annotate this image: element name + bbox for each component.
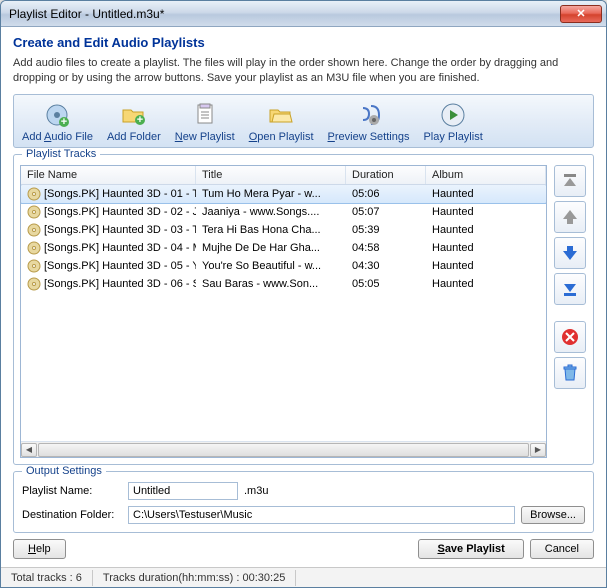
open-playlist-button[interactable]: Open Playlist bbox=[243, 99, 320, 145]
table-row[interactable]: [Songs.PK] Haunted 3D - 06 - Sau...Sau B… bbox=[21, 275, 546, 293]
cell-album: Haunted bbox=[426, 205, 546, 219]
cell-duration: 05:07 bbox=[346, 205, 426, 219]
cell-filename: [Songs.PK] Haunted 3D - 05 - You... bbox=[21, 258, 196, 274]
playlist-group-label: Playlist Tracks bbox=[22, 148, 100, 160]
cell-title: Jaaniya - www.Songs.... bbox=[196, 205, 346, 219]
move-up-button[interactable] bbox=[554, 201, 586, 233]
move-bottom-icon bbox=[560, 279, 580, 299]
delete-icon bbox=[560, 327, 580, 347]
cell-filename: [Songs.PK] Haunted 3D - 01 - Tu... bbox=[21, 186, 196, 202]
col-filename[interactable]: File Name bbox=[21, 166, 196, 184]
move-top-button[interactable] bbox=[554, 165, 586, 197]
table-row[interactable]: [Songs.PK] Haunted 3D - 03 - Ter...Tera … bbox=[21, 221, 546, 239]
add-folder-button[interactable]: + Add Folder bbox=[101, 99, 167, 145]
titlebar: Playlist Editor - Untitled.m3u* ✕ bbox=[1, 1, 606, 27]
col-album[interactable]: Album bbox=[426, 166, 546, 184]
playlist-tracks-group: Playlist Tracks File Name Title Duration… bbox=[13, 154, 594, 465]
scroll-left-arrow[interactable]: ◀ bbox=[21, 443, 37, 457]
status-total-tracks: Total tracks : 6 bbox=[1, 570, 93, 586]
close-button[interactable]: ✕ bbox=[560, 5, 602, 23]
preview-settings-button[interactable]: Preview Settings bbox=[322, 99, 416, 145]
play-icon bbox=[439, 101, 467, 129]
table-row[interactable]: [Songs.PK] Haunted 3D - 02 - Jaa...Jaani… bbox=[21, 203, 546, 221]
cell-album: Haunted bbox=[426, 187, 546, 201]
statusbar: Total tracks : 6 Tracks duration(hh:mm:s… bbox=[1, 567, 606, 587]
cell-duration: 05:05 bbox=[346, 277, 426, 291]
cell-title: You're So Beautiful - w... bbox=[196, 259, 346, 273]
move-bottom-button[interactable] bbox=[554, 273, 586, 305]
col-title[interactable]: Title bbox=[196, 166, 346, 184]
open-playlist-icon bbox=[267, 101, 295, 129]
cell-title: Mujhe De De Har Gha... bbox=[196, 241, 346, 255]
cell-filename: [Songs.PK] Haunted 3D - 04 - Muj... bbox=[21, 240, 196, 256]
playlist-name-input[interactable] bbox=[128, 482, 238, 500]
move-down-button[interactable] bbox=[554, 237, 586, 269]
cell-duration: 04:58 bbox=[346, 241, 426, 255]
save-playlist-button[interactable]: Save Playlist bbox=[418, 539, 523, 559]
cell-title: Tum Ho Mera Pyar - w... bbox=[196, 187, 346, 201]
status-total-duration: Tracks duration(hh:mm:ss) : 00:30:25 bbox=[93, 570, 296, 586]
help-button[interactable]: Help bbox=[13, 539, 66, 559]
table-row[interactable]: [Songs.PK] Haunted 3D - 05 - You...You'r… bbox=[21, 257, 546, 275]
trash-icon bbox=[560, 363, 580, 383]
preview-settings-icon bbox=[354, 101, 382, 129]
cell-album: Haunted bbox=[426, 223, 546, 237]
page-heading: Create and Edit Audio Playlists bbox=[13, 35, 594, 50]
clear-button[interactable] bbox=[554, 357, 586, 389]
cell-filename: [Songs.PK] Haunted 3D - 03 - Ter... bbox=[21, 222, 196, 238]
cell-duration: 04:30 bbox=[346, 259, 426, 273]
audio-file-add-icon: + bbox=[43, 101, 71, 129]
arrow-down-icon bbox=[560, 243, 580, 263]
window-title: Playlist Editor - Untitled.m3u* bbox=[9, 7, 560, 21]
table-row[interactable]: [Songs.PK] Haunted 3D - 04 - Muj...Mujhe… bbox=[21, 239, 546, 257]
playlist-ext: .m3u bbox=[244, 485, 268, 497]
page-description: Add audio files to create a playlist. Th… bbox=[13, 56, 594, 86]
cell-title: Sau Baras - www.Son... bbox=[196, 277, 346, 291]
cell-filename: [Songs.PK] Haunted 3D - 06 - Sau... bbox=[21, 276, 196, 292]
cell-album: Haunted bbox=[426, 259, 546, 273]
toolbar: + Add Audio File + Add Folder New Playli… bbox=[13, 94, 594, 148]
cell-title: Tera Hi Bas Hona Cha... bbox=[196, 223, 346, 237]
table-row[interactable]: [Songs.PK] Haunted 3D - 01 - Tu...Tum Ho… bbox=[21, 185, 546, 204]
new-playlist-button[interactable]: New Playlist bbox=[169, 99, 241, 145]
cell-album: Haunted bbox=[426, 277, 546, 291]
browse-button[interactable]: Browse... bbox=[521, 506, 585, 524]
playlist-name-label: Playlist Name: bbox=[22, 485, 122, 497]
close-icon: ✕ bbox=[576, 7, 585, 20]
svg-text:+: + bbox=[61, 116, 67, 128]
destination-folder-input[interactable] bbox=[128, 506, 515, 524]
output-group-label: Output Settings bbox=[22, 465, 106, 477]
cell-duration: 05:06 bbox=[346, 187, 426, 201]
cell-duration: 05:39 bbox=[346, 223, 426, 237]
cell-filename: [Songs.PK] Haunted 3D - 02 - Jaa... bbox=[21, 204, 196, 220]
folder-add-icon: + bbox=[120, 101, 148, 129]
new-playlist-icon bbox=[191, 101, 219, 129]
play-playlist-button[interactable]: Play Playlist bbox=[417, 99, 488, 145]
tracks-table[interactable]: File Name Title Duration Album [Songs.PK… bbox=[20, 165, 547, 458]
scroll-thumb[interactable] bbox=[38, 443, 529, 457]
delete-button[interactable] bbox=[554, 321, 586, 353]
add-audio-file-button[interactable]: + Add Audio File bbox=[16, 99, 99, 145]
horizontal-scrollbar[interactable]: ◀ ▶ bbox=[21, 441, 546, 457]
reorder-buttons bbox=[553, 165, 587, 458]
cancel-button[interactable]: Cancel bbox=[530, 539, 594, 559]
destination-folder-label: Destination Folder: bbox=[22, 509, 122, 521]
table-header: File Name Title Duration Album bbox=[21, 166, 546, 185]
svg-text:+: + bbox=[137, 114, 143, 126]
col-duration[interactable]: Duration bbox=[346, 166, 426, 184]
output-settings-group: Output Settings Playlist Name: .m3u Dest… bbox=[13, 471, 594, 533]
move-top-icon bbox=[560, 171, 580, 191]
scroll-right-arrow[interactable]: ▶ bbox=[530, 443, 546, 457]
arrow-up-icon bbox=[560, 207, 580, 227]
cell-album: Haunted bbox=[426, 241, 546, 255]
